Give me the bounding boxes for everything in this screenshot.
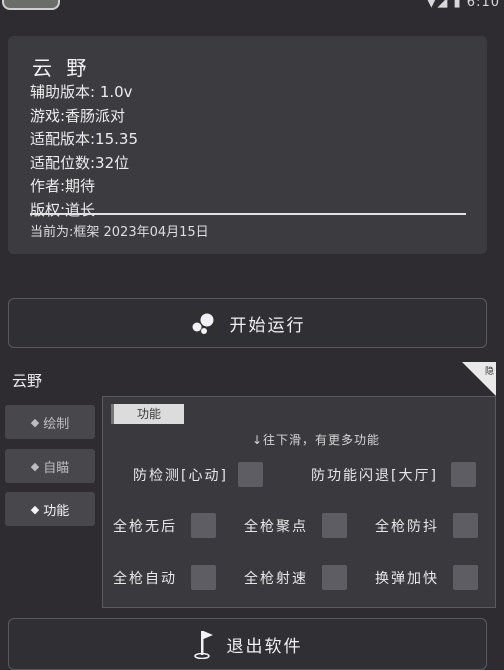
status-time: 6:10 [466, 0, 500, 10]
start-button-label: 开始运行 [229, 315, 306, 336]
wifi-icon: ▼ [426, 0, 438, 10]
option-label-anti-detect: 防检测[心动] [133, 468, 228, 484]
info-lines: 辅助版本: 1.0v 游戏:香肠派对 适配版本:15.35 适配位数:32位 作… [30, 81, 138, 222]
hide-toggle[interactable]: 隐 [462, 362, 496, 396]
option-label-auto-fire: 全枪自动 [113, 571, 177, 587]
battery-icon: ▮ [453, 0, 462, 10]
info-copyright: 版权:道长 [30, 200, 96, 219]
status-bar: ▼◢ ▮ 6:10 [0, 0, 504, 14]
info-card: 云 野 辅助版本: 1.0v 游戏:香肠派对 适配版本:15.35 适配位数:3… [8, 36, 487, 254]
option-label-anti-crash: 防功能闪退[大厅] [311, 468, 438, 484]
function-panel: 功能 ↓往下滑，有更多功能 防检测[心动] 防功能闪退[大厅] 全枪无后 全枪聚… [102, 396, 496, 608]
diamond-icon: ◆ [30, 502, 40, 516]
tab-aim[interactable]: ◆ 自瞄 [5, 449, 95, 483]
option-checkbox-auto-fire[interactable] [191, 565, 216, 590]
option-label-no-recoil: 全枪无后 [113, 519, 177, 535]
info-divider [30, 213, 466, 215]
flag-icon [193, 631, 213, 659]
avatar [2, 0, 60, 10]
tab-label: 绘制 [43, 416, 70, 432]
start-button[interactable]: 开始运行 [8, 298, 487, 348]
diamond-icon: ◆ [30, 415, 40, 429]
panel-title: 云野 [12, 372, 43, 390]
option-checkbox-no-recoil[interactable] [191, 513, 216, 538]
app-title: 云 野 [32, 56, 91, 80]
hide-label: 隐 [484, 367, 494, 377]
bubbles-icon [192, 313, 213, 334]
option-checkbox-fast-reload[interactable] [453, 565, 478, 590]
section-label: 功能 [111, 404, 184, 424]
info-author: 作者:期待 [30, 177, 96, 195]
status-icons: ▼◢ ▮ 6:10 [426, 0, 500, 10]
option-checkbox-bullet-focus[interactable] [322, 513, 347, 538]
option-checkbox-anti-crash[interactable] [451, 462, 476, 487]
option-checkbox-anti-shake[interactable] [453, 513, 478, 538]
option-label-anti-shake: 全枪防抖 [375, 519, 439, 535]
option-label-fire-rate: 全枪射速 [244, 571, 308, 587]
option-label-fast-reload: 换弹加快 [375, 571, 439, 587]
tab-label: 功能 [43, 503, 70, 519]
signal-icon: ◢ [437, 0, 449, 10]
info-current: 当前为:框架 2023年04月15日 [30, 225, 209, 240]
option-checkbox-fire-rate[interactable] [322, 565, 347, 590]
tab-function[interactable]: ◆ 功能 [5, 492, 95, 526]
tab-draw[interactable]: ◆ 绘制 [5, 405, 95, 439]
info-game-version: 适配版本:15.35 [30, 130, 138, 148]
info-game: 游戏:香肠派对 [30, 106, 126, 125]
option-label-bullet-focus: 全枪聚点 [244, 519, 308, 535]
scroll-hint: ↓往下滑，有更多功能 [252, 433, 381, 447]
tab-label: 自瞄 [43, 460, 70, 476]
option-checkbox-anti-detect[interactable] [238, 462, 263, 487]
info-bits: 适配位数:32位 [30, 153, 130, 172]
exit-button-label: 退出软件 [226, 636, 303, 657]
info-version: 辅助版本: 1.0v [30, 83, 133, 101]
diamond-icon: ◆ [30, 459, 40, 473]
exit-button[interactable]: 退出软件 [8, 618, 487, 670]
